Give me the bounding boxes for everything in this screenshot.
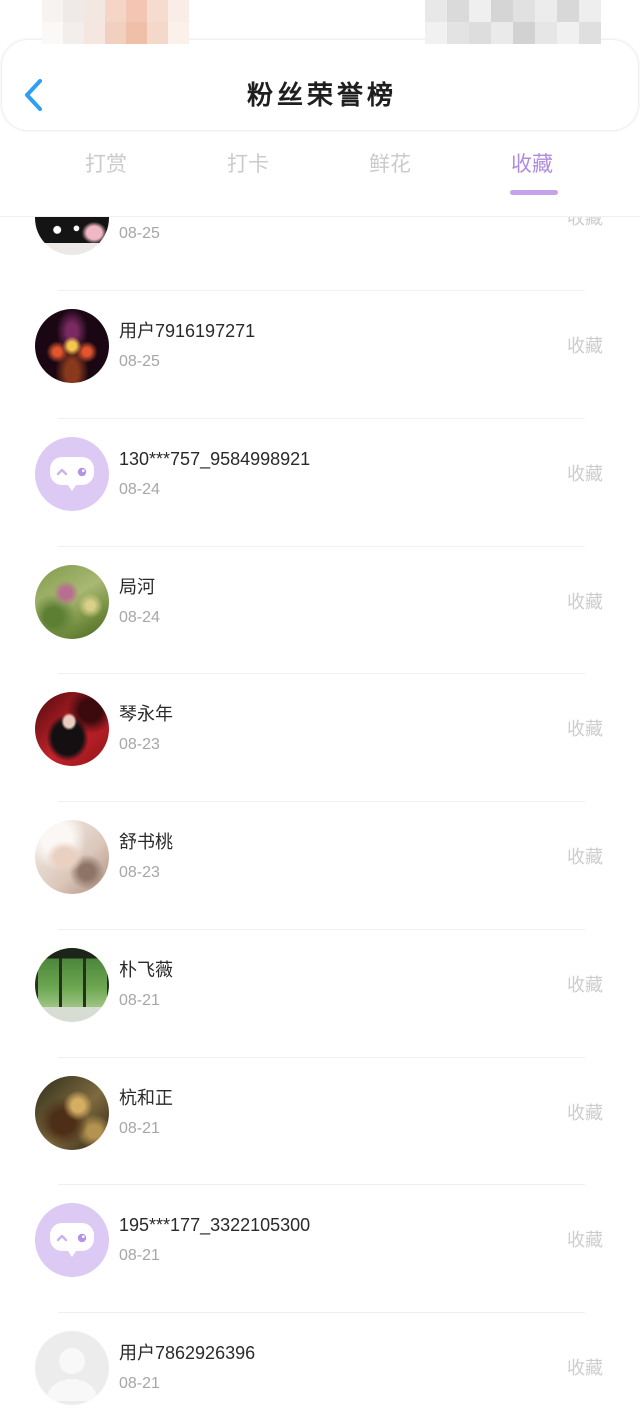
user-name: 130***757_9584998921: [119, 448, 311, 469]
tab-flowers[interactable]: 鲜花: [319, 140, 461, 196]
user-name: 舒书桃: [119, 832, 173, 852]
list-item[interactable]: 琴永年 08-23 收藏: [0, 674, 640, 802]
chat-bubble-icon: [50, 1223, 94, 1258]
favorites-list[interactable]: 08-25 收藏 用户7916197271 08-25 收藏 130***757…: [0, 217, 640, 1423]
favorite-date: 08-21: [119, 1119, 160, 1137]
list-item[interactable]: 舒书桃 08-23 收藏: [0, 802, 640, 930]
user-name: 朴飞薇: [119, 959, 173, 980]
tab-label: 打赏: [85, 153, 127, 176]
tab-reward[interactable]: 打赏: [35, 140, 177, 196]
favorite-label: 收藏: [567, 591, 603, 612]
user-name: 用户7862926396: [119, 1343, 256, 1363]
favorite-date: 08-21: [119, 1375, 160, 1392]
avatar[interactable]: [35, 1203, 109, 1278]
tab-label: 鲜花: [369, 153, 411, 176]
blurred-status-bar-left: [42, 22, 189, 44]
favorite-date: 08-23: [119, 736, 160, 754]
favorite-label: 收藏: [567, 974, 603, 995]
chat-bubble-icon: [50, 456, 94, 491]
avatar[interactable]: [35, 436, 109, 511]
list-item[interactable]: 局河 08-24 收藏: [0, 547, 640, 675]
favorite-label: 收藏: [567, 1102, 603, 1123]
favorite-date: 08-24: [119, 608, 160, 626]
blurred-status-bar-right: [425, 22, 601, 44]
favorite-date: 08-24: [119, 480, 160, 498]
list-item[interactable]: 08-25 收藏: [0, 217, 640, 291]
favorite-date: 08-25: [119, 353, 160, 370]
avatar[interactable]: [35, 309, 109, 383]
user-name: 195***177_3322105300: [119, 1215, 311, 1236]
tab-check-in[interactable]: 打卡: [177, 140, 319, 196]
avatar[interactable]: [35, 1075, 109, 1150]
tab-label: 收藏: [511, 153, 553, 176]
avatar[interactable]: [35, 217, 109, 256]
favorite-label: 收藏: [567, 719, 603, 740]
blurred-status-bar-right: [425, 0, 601, 22]
favorite-label: 收藏: [567, 217, 603, 229]
favorite-date: 08-21: [119, 991, 160, 1009]
tab-favorites[interactable]: 收藏: [461, 140, 603, 196]
fans-honor-screen: 粉丝荣誉榜 打赏 打卡 鲜花 收藏 08-25 收藏 用户7916197271 …: [0, 0, 640, 1423]
favorite-label: 收藏: [567, 847, 603, 867]
avatar[interactable]: [35, 564, 109, 639]
favorite-date: 08-25: [119, 225, 160, 243]
favorite-date: 08-23: [119, 864, 160, 881]
default-user-icon: [46, 1348, 98, 1401]
list-item[interactable]: 用户7916197271 08-25 收藏: [0, 291, 640, 419]
user-name: 杭和正: [119, 1087, 173, 1108]
list-item[interactable]: 130***757_9584998921 08-24 收藏: [0, 419, 640, 547]
favorite-label: 收藏: [567, 1230, 603, 1251]
avatar[interactable]: [35, 947, 109, 1022]
blurred-status-bar-left: [42, 0, 189, 22]
tab-label: 打卡: [227, 153, 269, 176]
avatar[interactable]: [35, 692, 109, 767]
favorite-label: 收藏: [567, 1358, 603, 1378]
user-name: 局河: [119, 576, 155, 597]
list-item[interactable]: 195***177_3322105300 08-21 收藏: [0, 1185, 640, 1313]
active-tab-indicator: [510, 190, 558, 195]
favorite-label: 收藏: [567, 336, 603, 356]
list-item[interactable]: 杭和正 08-21 收藏: [0, 1058, 640, 1186]
favorite-date: 08-21: [119, 1247, 160, 1265]
list-item[interactable]: 朴飞薇 08-21 收藏: [0, 930, 640, 1058]
avatar[interactable]: [35, 820, 109, 894]
user-name: 琴永年: [119, 704, 173, 725]
favorite-label: 收藏: [567, 463, 603, 484]
avatar[interactable]: [35, 1331, 109, 1405]
list-item[interactable]: 用户7862926396 08-21 收藏: [0, 1313, 640, 1423]
page-title: 粉丝荣誉榜: [246, 80, 397, 110]
tab-bar: 打赏 打卡 鲜花 收藏: [35, 140, 603, 196]
user-name: 用户7916197271: [119, 321, 256, 341]
